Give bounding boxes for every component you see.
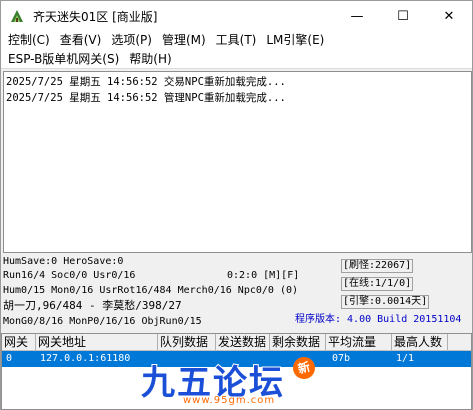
status-panel: HumSave:0 HeroSave:0 Run16/4 Soc0/0 Usr0… [1,255,472,333]
engine-box: [引擎:0.0014天] [341,295,430,309]
humsave-text: HumSave:0 HeroSave:0 [3,256,124,267]
menu-manage[interactable]: 管理(M) [157,31,211,50]
header-queue[interactable]: 队列数据 [158,334,216,350]
menu-lm-engine[interactable]: LM引擎(E) [261,31,329,50]
close-button[interactable]: ✕ [426,1,472,31]
version-text: 程序版本: 4.00 Build 20151104 [295,314,462,325]
menu-options[interactable]: 选项(P) [106,31,157,50]
hum-text: Hum0/15 Mon0/16 UsrRot16/484 Merch0/16 N… [3,285,299,296]
table-header: 网关 网关地址 队列数据 发送数据 剩余数据 平均流量 最高人数 [2,334,471,351]
online-box: [在线:1/1/0] [341,277,414,291]
player-text: 胡一刀,96/484 - 李莫愁/398/27 [3,299,182,312]
menu-view[interactable]: 查看(V) [55,31,107,50]
header-sent[interactable]: 发送数据 [216,334,270,350]
menu-bar: 控制(C) 查看(V) 选项(P) 管理(M) 工具(T) LM引擎(E) ES… [1,31,472,69]
title-bar[interactable]: 齐天迷失01区 [商业版] — ☐ ✕ [1,1,472,31]
log-panel[interactable]: 2025/7/25 星期五 14:56:52 交易NPC重新加载完成... 20… [3,71,472,253]
header-avg-flow[interactable]: 平均流量 [326,334,392,350]
watermark-badge: 新 [290,354,318,382]
header-remaining[interactable]: 剩余数据 [270,334,326,350]
run-text: Run16/4 Soc0/0 Usr0/16 [3,270,136,281]
cell-avg-flow: 07b [332,353,351,364]
window-title: 齐天迷失01区 [商业版] [33,9,158,24]
header-max-users[interactable]: 最高人数 [392,334,448,350]
minimize-button[interactable]: — [334,1,380,31]
menu-row-1: 控制(C) 查看(V) 选项(P) 管理(M) 工具(T) LM引擎(E) [1,31,472,50]
app-icon [9,8,25,24]
main-window: 齐天迷失01区 [商业版] — ☐ ✕ 控制(C) 查看(V) 选项(P) 管理… [0,0,473,410]
cell-max-users: 1/1 [396,353,415,364]
maximize-button[interactable]: ☐ [380,1,426,31]
header-gateway[interactable]: 网关 [2,334,36,350]
menu-control[interactable]: 控制(C) [3,31,55,50]
window-controls: — ☐ ✕ [334,1,472,31]
log-line: 2025/7/25 星期五 14:56:52 交易NPC重新加载完成... [6,76,286,88]
menu-row-2: ESP-B版单机网关(S) 帮助(H) [1,50,472,69]
menu-tools[interactable]: 工具(T) [211,31,262,50]
menu-gateway[interactable]: ESP-B版单机网关(S) [3,50,124,69]
mon-text: MonG0/8/16 MonP0/16/16 ObjRun0/15 [3,316,202,327]
time-text: 0:2:0 [M][F] [227,270,300,281]
cell-address: 127.0.0.1:61180 [40,353,131,364]
header-address[interactable]: 网关地址 [36,334,158,350]
watermark-logo: 九五论坛 新 www.95gm.com [140,354,331,409]
watermark-url: www.95gm.com [183,395,276,406]
cell-gateway: 0 [6,353,13,364]
refresh-box: [刷怪:22067] [341,259,414,273]
menu-help[interactable]: 帮助(H) [124,50,176,69]
log-line: 2025/7/25 星期五 14:56:52 管理NPC重新加载完成... [6,92,286,104]
